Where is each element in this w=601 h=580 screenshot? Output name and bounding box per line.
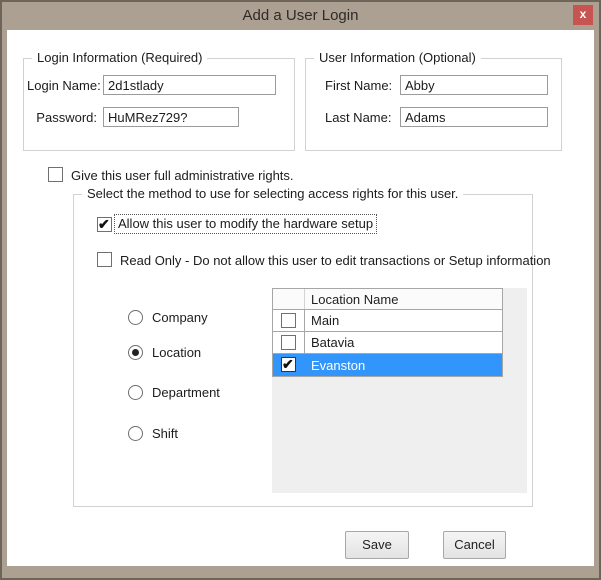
password-field[interactable] xyxy=(103,107,239,127)
row-checkbox-cell xyxy=(273,310,305,331)
radio-shift[interactable]: Shift xyxy=(128,425,178,441)
row-location-name: Main xyxy=(311,313,340,328)
admin-rights-label: Give this user full administrative right… xyxy=(71,168,294,183)
access-group-title: Select the method to use for selecting a… xyxy=(82,186,464,201)
evanston-checkbox[interactable] xyxy=(281,356,296,373)
cancel-button[interactable]: Cancel xyxy=(443,531,506,559)
table-row-batavia[interactable]: Batavia xyxy=(273,332,502,354)
dialog-body: Login Information (Required) Login Name:… xyxy=(7,30,594,566)
radio-location[interactable]: Location xyxy=(128,344,201,360)
read-only-label: Read Only - Do not allow this user to ed… xyxy=(120,253,551,268)
read-only-checkbox[interactable] xyxy=(97,252,112,267)
last-name-label: Last Name: xyxy=(325,110,392,125)
save-button[interactable]: Save xyxy=(345,531,409,559)
location-table: Location Name Main Batavia ✔ Evanston xyxy=(272,288,503,377)
radio-shift-label: Shift xyxy=(152,425,179,441)
add-user-login-dialog: Add a User Login x Login Information (Re… xyxy=(0,0,601,580)
first-name-label: First Name: xyxy=(325,78,393,93)
table-row-main[interactable]: Main xyxy=(273,310,502,332)
admin-rights-checkbox[interactable] xyxy=(48,167,63,182)
login-name-field[interactable] xyxy=(103,75,276,95)
row-checkbox-cell xyxy=(273,354,305,376)
main-checkbox[interactable] xyxy=(281,313,296,328)
first-name-field[interactable] xyxy=(400,75,548,95)
modify-hardware-checkbox[interactable] xyxy=(97,216,112,233)
radio-department[interactable]: Department xyxy=(128,384,220,400)
table-row-evanston[interactable]: Evanston xyxy=(273,354,502,376)
last-name-field[interactable] xyxy=(400,107,548,127)
radio-company-label: Company xyxy=(152,309,208,325)
radio-location-label: Location xyxy=(152,344,202,360)
user-information-group: User Information (Optional) xyxy=(305,50,562,151)
modify-hardware-label: Allow this user to modify the hardware s… xyxy=(113,214,378,234)
password-label: Password: xyxy=(36,110,97,125)
radio-department-label: Department xyxy=(152,384,220,400)
radio-location-icon xyxy=(128,344,143,360)
user-group-title: User Information (Optional) xyxy=(314,50,481,65)
row-location-name: Evanston xyxy=(311,357,366,373)
login-name-label: Login Name: xyxy=(27,78,101,93)
location-table-header: Location Name xyxy=(273,289,502,310)
row-checkbox-cell xyxy=(273,332,305,353)
header-checkbox-column xyxy=(273,289,305,309)
dialog-title: Add a User Login xyxy=(242,7,359,24)
radio-department-icon xyxy=(128,384,143,400)
radio-company[interactable]: Company xyxy=(128,309,208,325)
radio-company-icon xyxy=(128,309,143,325)
batavia-checkbox[interactable] xyxy=(281,335,296,350)
row-location-name: Batavia xyxy=(311,335,355,350)
login-information-group: Login Information (Required) xyxy=(23,50,295,151)
titlebar[interactable]: Add a User Login x xyxy=(2,2,599,30)
location-list: Location Name Main Batavia ✔ Evanston xyxy=(272,288,527,493)
login-group-title: Login Information (Required) xyxy=(32,50,208,65)
header-location-name: Location Name xyxy=(311,291,399,307)
radio-shift-icon xyxy=(128,425,143,441)
close-icon[interactable]: x xyxy=(573,5,593,25)
